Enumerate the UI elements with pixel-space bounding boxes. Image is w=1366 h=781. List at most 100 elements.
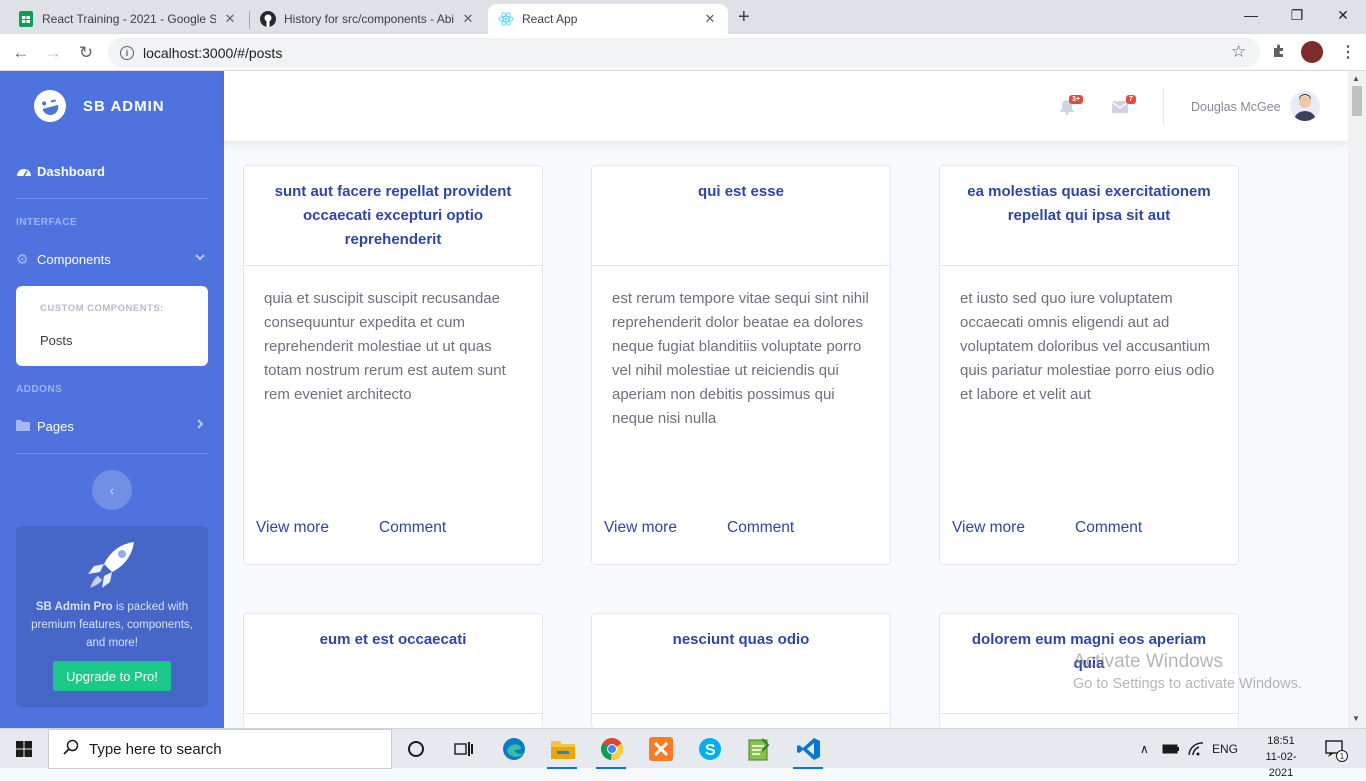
post-body: quia et suscipit suscipit recusandae con…	[264, 290, 506, 403]
chevron-right-icon	[194, 418, 206, 433]
new-tab-icon[interactable]: +	[738, 6, 750, 29]
windows-start-icon[interactable]	[16, 741, 32, 762]
card-footer: View more Comment	[604, 519, 880, 537]
close-icon[interactable]: ✕	[702, 11, 718, 27]
comment-link[interactable]: Comment	[379, 519, 446, 537]
extensions-icon[interactable]	[1271, 43, 1287, 59]
clock[interactable]: 18:51 11-02-2021	[1258, 733, 1304, 781]
close-window-icon[interactable]: ✕	[1320, 0, 1366, 30]
battery-icon[interactable]	[1162, 729, 1180, 769]
scroll-thumb[interactable]	[1352, 86, 1362, 116]
alerts-badge: 3+	[1069, 95, 1083, 104]
collapse-item-posts[interactable]: Posts	[40, 333, 73, 348]
post-title: nesciunt quas odio	[592, 614, 890, 714]
post-title: qui est esse	[592, 166, 890, 266]
clock-date: 11-02-2021	[1265, 751, 1297, 779]
promo-card: SB Admin Pro is packed with premium feat…	[16, 526, 208, 707]
collapse-heading: CUSTOM COMPONENTS:	[40, 303, 164, 314]
tab-sheets[interactable]: React Training - 2021 - Google Sh ✕	[8, 4, 248, 34]
vscode-icon[interactable]	[795, 735, 823, 763]
skype-icon[interactable]: S	[696, 735, 724, 763]
sidebar-toggle-button[interactable]: ‹	[92, 470, 132, 510]
taskbar: Type here to search S ∧ ENG 18:51 11-02-…	[0, 728, 1366, 779]
close-icon[interactable]: ✕	[222, 11, 238, 27]
user-name[interactable]: Douglas McGee	[1191, 100, 1281, 114]
reload-icon[interactable]: ↻	[73, 40, 99, 66]
browser-tab-strip: React Training - 2021 - Google Sh ✕ Hist…	[0, 0, 1366, 34]
folder-icon	[16, 419, 32, 434]
view-more-link[interactable]: View more	[256, 519, 329, 536]
post-title: eum et est occaecati	[244, 614, 542, 714]
sidebar-item-label: Components	[37, 251, 111, 267]
file-explorer-icon[interactable]	[549, 735, 577, 763]
search-placeholder: Type here to search	[89, 740, 222, 758]
card-footer: View more Comment	[256, 519, 532, 537]
sidebar-item-pages[interactable]: Pages	[16, 418, 208, 434]
laugh-wink-icon	[30, 86, 70, 126]
post-card: nesciunt quas odio	[591, 613, 891, 728]
task-view-icon[interactable]	[450, 735, 478, 763]
tab-github[interactable]: History for src/components - Abi ✕	[250, 4, 486, 34]
restore-icon[interactable]: ❐	[1274, 0, 1320, 30]
profile-avatar[interactable]	[1301, 41, 1323, 63]
url-field[interactable]: i localhost:3000/#/posts	[108, 38, 1260, 67]
github-icon	[260, 11, 276, 27]
chrome-icon[interactable]	[598, 735, 626, 763]
topbar: 3+ 7 Douglas McGee	[224, 71, 1348, 141]
language-indicator[interactable]: ENG	[1212, 729, 1238, 769]
upgrade-button[interactable]: Upgrade to Pro!	[53, 661, 171, 691]
tab-title: History for src/components - Abi	[284, 12, 454, 26]
address-bar: ← → ↻ i localhost:3000/#/posts ☆ ⋮	[0, 34, 1366, 71]
post-card: ea molestias quasi exercitationem repell…	[939, 165, 1239, 565]
cortana-icon[interactable]	[402, 735, 430, 763]
show-hidden-icons[interactable]: ∧	[1140, 729, 1149, 769]
brand-text: SB ADMIN	[83, 97, 165, 115]
post-body: et iusto sed quo iure voluptatem occaeca…	[960, 290, 1215, 403]
clock-time: 18:51	[1267, 735, 1295, 747]
post-card: eum et est occaecati	[243, 613, 543, 728]
scroll-down-icon[interactable]: ▼	[1352, 714, 1360, 723]
scroll-up-icon[interactable]: ▲	[1352, 74, 1360, 83]
sidebar-brand[interactable]: SB ADMIN	[0, 71, 224, 141]
page-scrollbar[interactable]	[1348, 71, 1366, 728]
notification-count-badge: 1	[1336, 750, 1348, 762]
activation-watermark-text: Go to Settings to activate Windows.	[1073, 676, 1302, 692]
view-more-link[interactable]: View more	[604, 519, 677, 536]
search-icon	[63, 739, 79, 759]
wifi-icon[interactable]	[1188, 729, 1204, 769]
sidebar-item-label: Pages	[37, 418, 74, 434]
tab-title: React App	[522, 12, 578, 26]
bookmark-star-icon[interactable]: ☆	[1231, 42, 1246, 62]
activation-watermark-title: Activate Windows	[1073, 651, 1223, 672]
url-text: localhost:3000/#/posts	[143, 44, 283, 61]
post-card: qui est esse est rerum tempore vitae seq…	[591, 165, 891, 565]
sidebar-heading-interface: INTERFACE	[16, 217, 78, 228]
post-body: est rerum tempore vitae sequi sint nihil…	[612, 290, 869, 427]
xampp-icon[interactable]	[647, 735, 675, 763]
edge-icon[interactable]	[500, 735, 528, 763]
sidebar-item-dashboard[interactable]: Dashboard	[16, 163, 208, 179]
view-more-link[interactable]: View more	[952, 519, 1025, 536]
back-icon[interactable]: ←	[8, 40, 34, 66]
forward-icon[interactable]: →	[40, 40, 66, 66]
cog-icon: ⚙	[16, 250, 29, 267]
tab-react-app[interactable]: React App ✕	[488, 4, 728, 34]
sidebar-item-components[interactable]: ⚙ Components	[16, 251, 208, 267]
close-icon[interactable]: ✕	[460, 11, 476, 27]
post-title: ea molestias quasi exercitationem repell…	[940, 166, 1238, 266]
user-avatar[interactable]	[1290, 91, 1320, 121]
post-card: sunt aut facere repellat provident occae…	[243, 165, 543, 565]
menu-kebab-icon[interactable]: ⋮	[1340, 42, 1356, 62]
comment-link[interactable]: Comment	[727, 519, 794, 537]
minimize-icon[interactable]: —	[1228, 0, 1274, 30]
taskbar-search-box[interactable]: Type here to search	[48, 729, 392, 769]
tab-title: React Training - 2021 - Google Sh	[42, 12, 216, 26]
sheets-icon	[18, 11, 34, 27]
messages-badge: 7	[1126, 95, 1136, 104]
chevron-down-icon	[194, 251, 206, 266]
comment-link[interactable]: Comment	[1075, 519, 1142, 537]
notepad-icon[interactable]	[745, 735, 773, 763]
sidebar-heading-addons: ADDONS	[16, 384, 63, 395]
info-icon[interactable]: i	[120, 45, 134, 60]
components-collapse: CUSTOM COMPONENTS: Posts	[16, 286, 208, 366]
